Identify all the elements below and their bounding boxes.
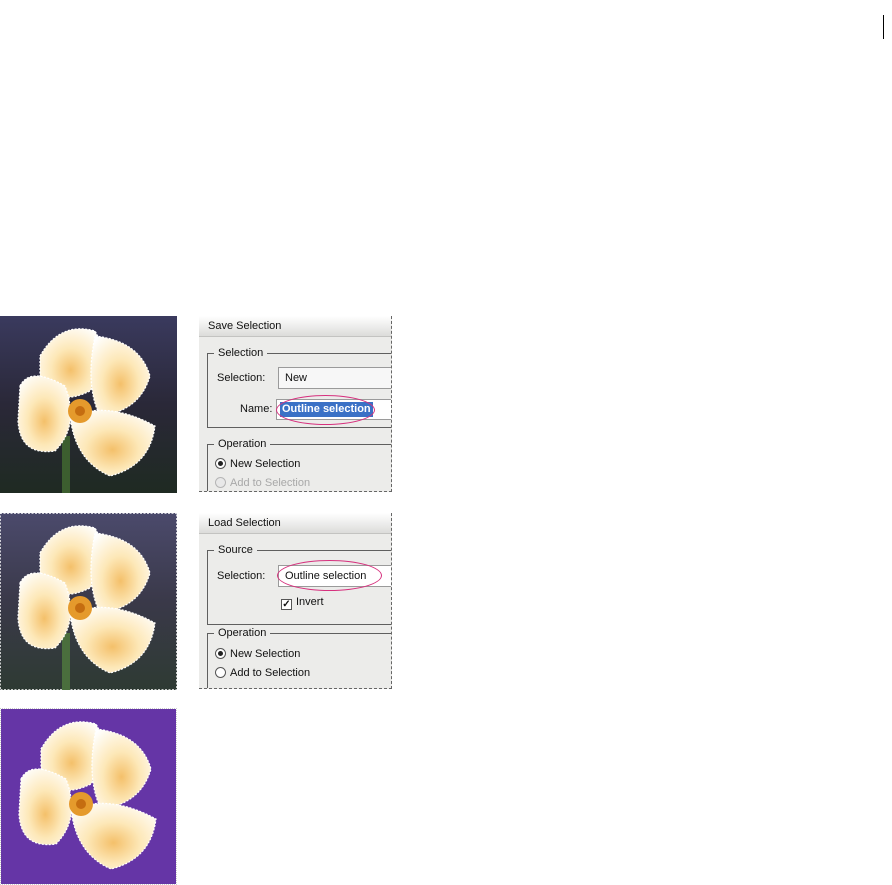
invert-checkbox[interactable]: ✓ Invert xyxy=(281,596,324,610)
selection-label: Selection: xyxy=(217,570,266,582)
load-selection-dialog: Load Selection Source Selection: Outline… xyxy=(199,513,392,689)
dialog-title: Save Selection xyxy=(199,316,391,337)
save-selection-dialog: Save Selection Selection Selection: New … xyxy=(199,316,392,492)
selection-label: Selection: xyxy=(217,372,266,384)
group-legend: Selection xyxy=(214,346,268,360)
radio-label: Add to Selection xyxy=(230,667,311,679)
checkbox-label: Invert xyxy=(296,596,324,608)
name-label: Name: xyxy=(240,403,273,415)
radio-add-to-selection[interactable]: Add to Selection xyxy=(215,477,310,489)
flower-photo-inverted xyxy=(0,708,177,885)
group-legend: Source xyxy=(214,543,257,557)
flower-photo-selected xyxy=(0,316,177,493)
dialog-title: Load Selection xyxy=(199,513,391,534)
group-legend: Operation xyxy=(214,626,271,640)
radio-checked-icon xyxy=(215,458,226,469)
radio-new-selection[interactable]: New Selection xyxy=(215,458,300,470)
page-edge-mark xyxy=(883,15,884,39)
radio-add-to-selection[interactable]: Add to Selection xyxy=(215,667,310,679)
radio-label: New Selection xyxy=(230,458,301,470)
radio-label: Add to Selection xyxy=(230,477,311,489)
highlight-ellipse xyxy=(277,560,382,591)
radio-label: New Selection xyxy=(230,648,301,660)
radio-icon xyxy=(215,667,226,678)
operation-group: Operation xyxy=(207,626,391,688)
selection-dropdown[interactable]: New xyxy=(278,367,391,389)
group-legend: Operation xyxy=(214,437,271,451)
radio-new-selection[interactable]: New Selection xyxy=(215,648,300,660)
radio-icon xyxy=(215,477,226,488)
radio-checked-icon xyxy=(215,648,226,659)
checkbox-checked-icon: ✓ xyxy=(281,599,292,610)
highlight-ellipse xyxy=(276,395,375,425)
flower-photo-loaded xyxy=(0,513,177,690)
